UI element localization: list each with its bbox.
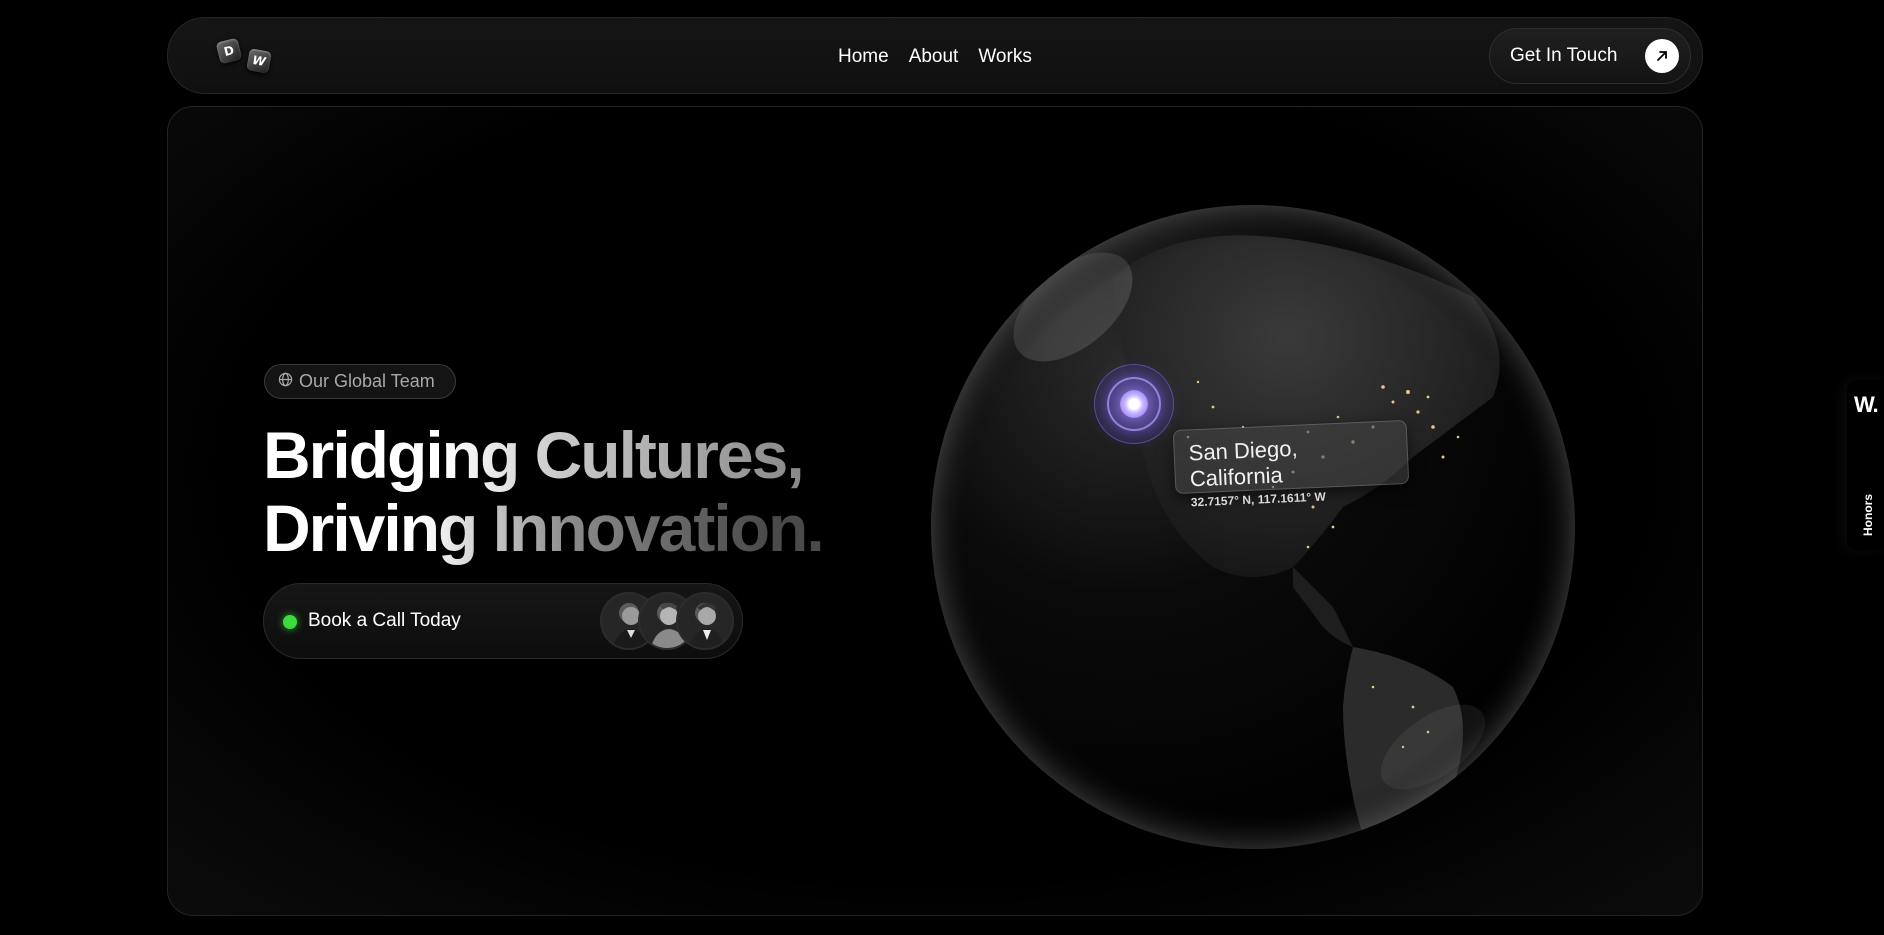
- headline-line-1: Bridging Cultures,: [263, 418, 805, 492]
- hero-card: Our Global Team Bridging Cultures, Drivi…: [167, 106, 1703, 916]
- location-marker[interactable]: [1094, 364, 1174, 444]
- nav-link-home[interactable]: Home: [838, 46, 889, 68]
- top-navbar: D W Home About Works Get In Touch: [167, 17, 1703, 94]
- team-avatars: [600, 592, 736, 652]
- headline-line-2: Driving Innovation.: [263, 491, 825, 565]
- honors-side-tab[interactable]: W. Honors: [1847, 380, 1884, 550]
- side-tab-logo: W.: [1854, 392, 1879, 417]
- globe-icon: [278, 372, 293, 392]
- side-tab-label: Honors: [1861, 494, 1875, 536]
- status-dot-icon: [283, 615, 297, 629]
- get-in-touch-label: Get In Touch: [1510, 45, 1618, 66]
- main-nav: Home About Works: [838, 18, 1032, 95]
- location-city: San Diego, California: [1188, 435, 1299, 492]
- logo-cube-w: W: [246, 48, 272, 74]
- globe[interactable]: [913, 187, 1593, 867]
- book-call-button[interactable]: Book a Call Today: [263, 583, 743, 659]
- logo-cube-d: D: [215, 37, 243, 65]
- get-in-touch-button[interactable]: Get In Touch: [1489, 28, 1691, 84]
- hero-headline: Bridging Cultures, Driving Innovation.: [263, 419, 963, 565]
- badge-label: Our Global Team: [299, 371, 435, 391]
- avatar: [676, 592, 734, 650]
- global-team-badge: Our Global Team: [264, 364, 456, 399]
- arrow-up-right-icon: [1645, 39, 1679, 73]
- brand-logo[interactable]: D W: [215, 37, 278, 74]
- nav-link-works[interactable]: Works: [978, 46, 1031, 68]
- location-tooltip: San Diego, California 32.7157° N, 117.16…: [1172, 419, 1410, 509]
- nav-link-about[interactable]: About: [909, 46, 959, 68]
- book-call-label: Book a Call Today: [308, 610, 461, 631]
